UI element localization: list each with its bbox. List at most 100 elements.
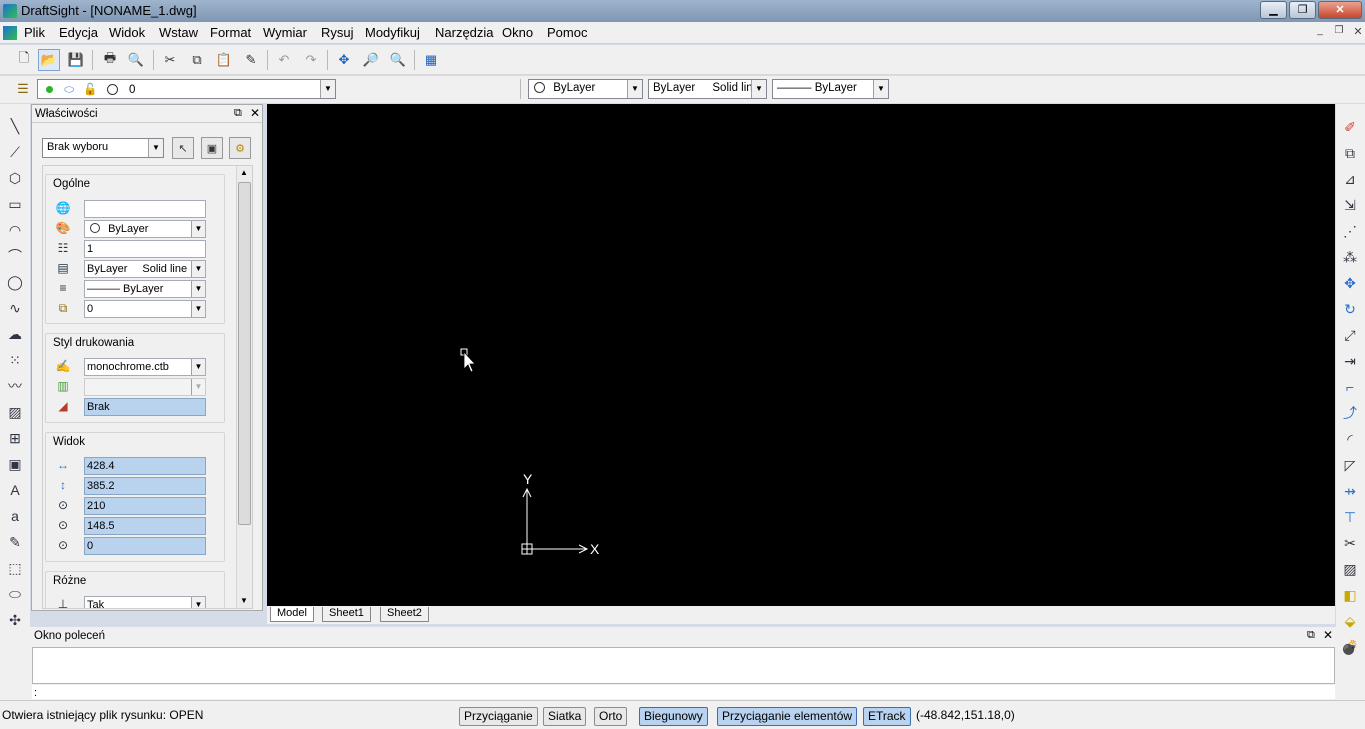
edit-hatch-icon[interactable]: ▨ [1340, 559, 1360, 579]
command-input[interactable]: : [32, 685, 1335, 699]
copy-icon[interactable]: ⧉ [186, 49, 208, 71]
note-icon[interactable]: A [5, 480, 25, 500]
mirror-icon[interactable]: ⊿ [1340, 169, 1360, 189]
scale-icon[interactable]: ⤢ [1340, 325, 1360, 345]
paste-icon[interactable]: 📋 [213, 49, 235, 71]
make-block-icon[interactable]: ▣ [5, 454, 25, 474]
linestyle-combo[interactable]: ByLayer Solid line ▼ [648, 79, 767, 99]
tab-model[interactable]: Model [270, 607, 314, 622]
color-combo[interactable]: ByLayer ▼ [528, 79, 643, 99]
text-style-icon[interactable]: ▦ [420, 49, 442, 71]
doc-icon[interactable] [3, 26, 17, 40]
menu-rysuj[interactable]: Rysuj [321, 25, 354, 40]
close-icon[interactable]: ✕ [250, 106, 260, 120]
undock-icon[interactable]: ⧉ [234, 107, 242, 120]
undock-icon[interactable]: ⧉ [1307, 629, 1315, 642]
app-icon[interactable] [3, 4, 17, 18]
menu-wstaw[interactable]: Wstaw [159, 25, 198, 40]
doc-restore-icon[interactable]: ❐ [1332, 25, 1346, 39]
grid-button[interactable]: Siatka [543, 707, 587, 726]
layer-field[interactable]: 0 ▼ [84, 300, 206, 318]
freehand-icon[interactable]: 〰 [5, 376, 25, 396]
minimize-button[interactable]: ▁ [1260, 1, 1287, 19]
layer-combo[interactable]: ⬭ 🔓 0 ▼ [37, 79, 336, 99]
new-icon[interactable]: 🗋 [13, 49, 35, 71]
empty-field[interactable] [84, 200, 206, 218]
extend-icon[interactable]: ⤴ [1340, 403, 1360, 423]
polygon-icon[interactable]: ⬡ [5, 168, 25, 188]
join-icon[interactable]: ⊤ [1340, 507, 1360, 527]
color-field[interactable]: ByLayer ▼ [84, 220, 206, 238]
misc-field[interactable]: Tak ▼ [84, 596, 206, 608]
region-icon[interactable]: ⬚ [5, 558, 25, 578]
tab-sheet1[interactable]: Sheet1 [322, 607, 371, 622]
fillet-icon[interactable]: ◜ [1340, 429, 1360, 449]
tab-sheet2[interactable]: Sheet2 [380, 607, 429, 622]
move-icon[interactable]: ✥ [1340, 273, 1360, 293]
properties-scrollbar[interactable]: ▲ ▼ [236, 166, 252, 608]
hatch-icon[interactable]: ▨ [5, 402, 25, 422]
open-icon[interactable]: 📂 [38, 49, 60, 71]
menu-wymiar[interactable]: Wymiar [263, 25, 307, 40]
polar-button[interactable]: Biegunowy [639, 707, 708, 726]
zoom-dynamic-icon[interactable]: 🔎 [360, 49, 382, 71]
match-properties-icon[interactable]: ✎ [240, 49, 262, 71]
selection-combo[interactable]: Brak wyboru ▼ [42, 138, 164, 158]
menu-okno[interactable]: Okno [502, 25, 533, 40]
array-icon[interactable]: ⁂ [1340, 247, 1360, 267]
chamfer-icon[interactable]: ◸ [1340, 455, 1360, 475]
doc-minimize-icon[interactable]: _ [1313, 25, 1327, 39]
simple-note-icon[interactable]: a [5, 506, 25, 526]
doc-close-icon[interactable]: ✕ [1351, 25, 1365, 39]
lineweight-field[interactable]: ——— ByLayer ▼ [84, 280, 206, 298]
close-button[interactable]: ✕ [1318, 1, 1362, 19]
esnap-button[interactable]: Przyciąganie elementów [717, 707, 858, 726]
edit-block-icon[interactable]: ⬙ [1340, 611, 1360, 631]
bomb-icon[interactable]: 💣 [1340, 637, 1360, 657]
menu-pomoc[interactable]: Pomoc [547, 25, 587, 40]
break-icon[interactable]: ⇸ [1340, 481, 1360, 501]
edit-icon[interactable]: ✎ [5, 532, 25, 552]
close-icon[interactable]: ✕ [1323, 628, 1333, 642]
ortho-button[interactable]: Orto [594, 707, 628, 726]
snap-button[interactable]: Przyciąganie [459, 707, 538, 726]
offset-icon[interactable]: ⇲ [1340, 195, 1360, 215]
menu-edycja[interactable]: Edycja [59, 25, 98, 40]
polyline-icon[interactable]: ⟋ [5, 142, 25, 162]
erase-icon[interactable]: ✐ [1340, 117, 1360, 137]
arc-3point-icon[interactable]: ⌒ [5, 246, 25, 266]
quick-select-icon[interactable]: ▣ [201, 137, 223, 159]
boundary-icon[interactable]: ✣ [5, 610, 25, 630]
rectangle-icon[interactable]: ▭ [5, 194, 25, 214]
lineweight-combo[interactable]: ——— ByLayer ▼ [772, 79, 889, 99]
scroll-thumb[interactable] [238, 182, 251, 525]
print-icon[interactable]: 🖶 [99, 49, 121, 71]
scale-field[interactable]: 1 [84, 240, 206, 258]
arc-icon[interactable]: ◠ [5, 220, 25, 240]
insert-block-icon[interactable]: ⊞ [5, 428, 25, 448]
circle-icon[interactable]: ◯ [5, 272, 25, 292]
trim-icon[interactable]: ⌐ [1340, 377, 1360, 397]
ellipse-icon[interactable]: ⬭ [5, 584, 25, 604]
stretch-icon[interactable]: ⇥ [1340, 351, 1360, 371]
cut-icon[interactable]: ✂ [159, 49, 181, 71]
save-icon[interactable]: 💾 [65, 49, 87, 71]
toggle-pickadd-icon[interactable]: ⚙ [229, 137, 251, 159]
print-table-field[interactable]: monochrome.ctb ▼ [84, 358, 206, 376]
spline-icon[interactable]: ∿ [5, 298, 25, 318]
copy-entity-icon[interactable]: ⧉ [1340, 143, 1360, 163]
zoom-previous-icon[interactable]: 🔍 [387, 49, 409, 71]
edit-note-icon[interactable]: ◧ [1340, 585, 1360, 605]
command-history[interactable] [32, 647, 1335, 684]
explode-icon[interactable]: ✂ [1340, 533, 1360, 553]
maximize-button[interactable]: ❐ [1289, 1, 1316, 19]
menu-modyfikuj[interactable]: Modyfikuj [365, 25, 420, 40]
print-preview-icon[interactable]: 🔍 [125, 49, 147, 71]
redo-icon[interactable]: ↷ [300, 49, 322, 71]
pan-icon[interactable]: ✥ [333, 49, 355, 71]
scroll-down-icon[interactable]: ▼ [240, 596, 248, 605]
drawing-canvas[interactable]: X Y [267, 104, 1335, 606]
menu-narzedzia[interactable]: Narzędzia [435, 25, 494, 40]
pattern-icon[interactable]: ⋰ [1340, 221, 1360, 241]
scroll-up-icon[interactable]: ▲ [240, 168, 248, 177]
